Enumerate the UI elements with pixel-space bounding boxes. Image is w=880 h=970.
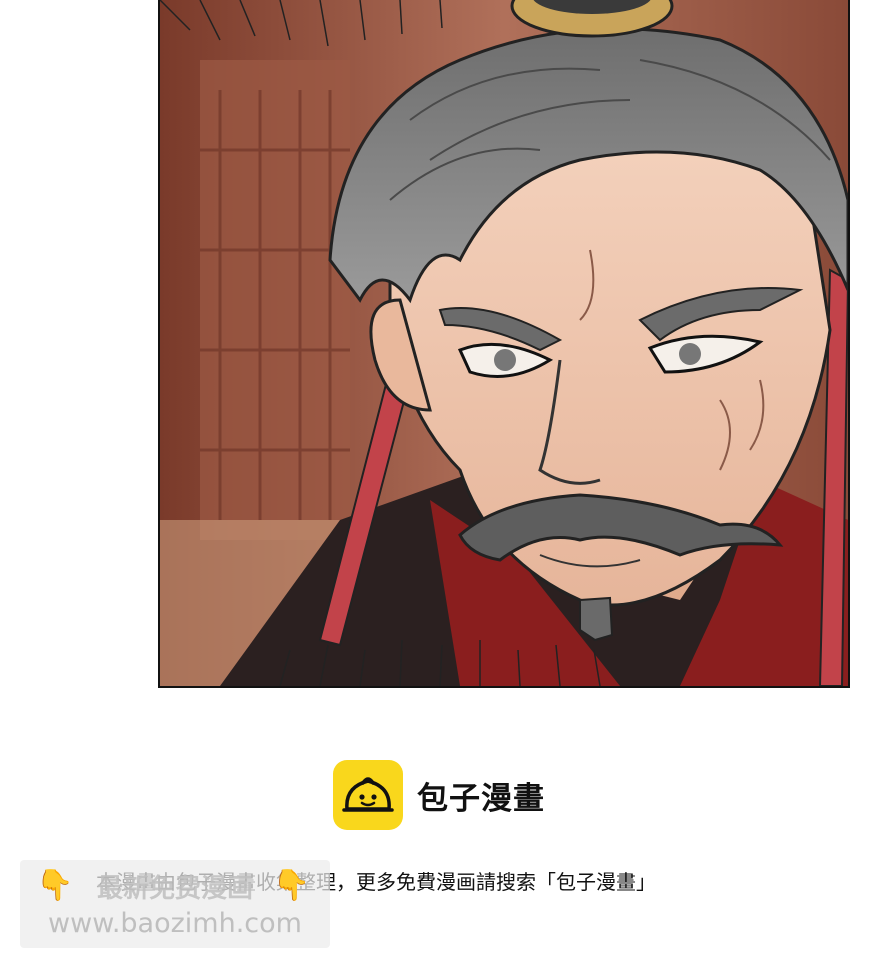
brand-name: 包子漫畫 bbox=[417, 780, 545, 817]
comic-illustration bbox=[160, 0, 848, 686]
watermark[interactable]: 👇 最新免费漫画 👇 www.baozimh.com bbox=[20, 860, 330, 948]
bun-icon bbox=[333, 760, 403, 830]
watermark-url[interactable]: www.baozimh.com bbox=[20, 908, 330, 939]
pointing-down-hand-icon: 👇 bbox=[272, 868, 310, 903]
brand-block: 包子漫畫 bbox=[333, 760, 545, 830]
comic-panel bbox=[158, 0, 850, 688]
